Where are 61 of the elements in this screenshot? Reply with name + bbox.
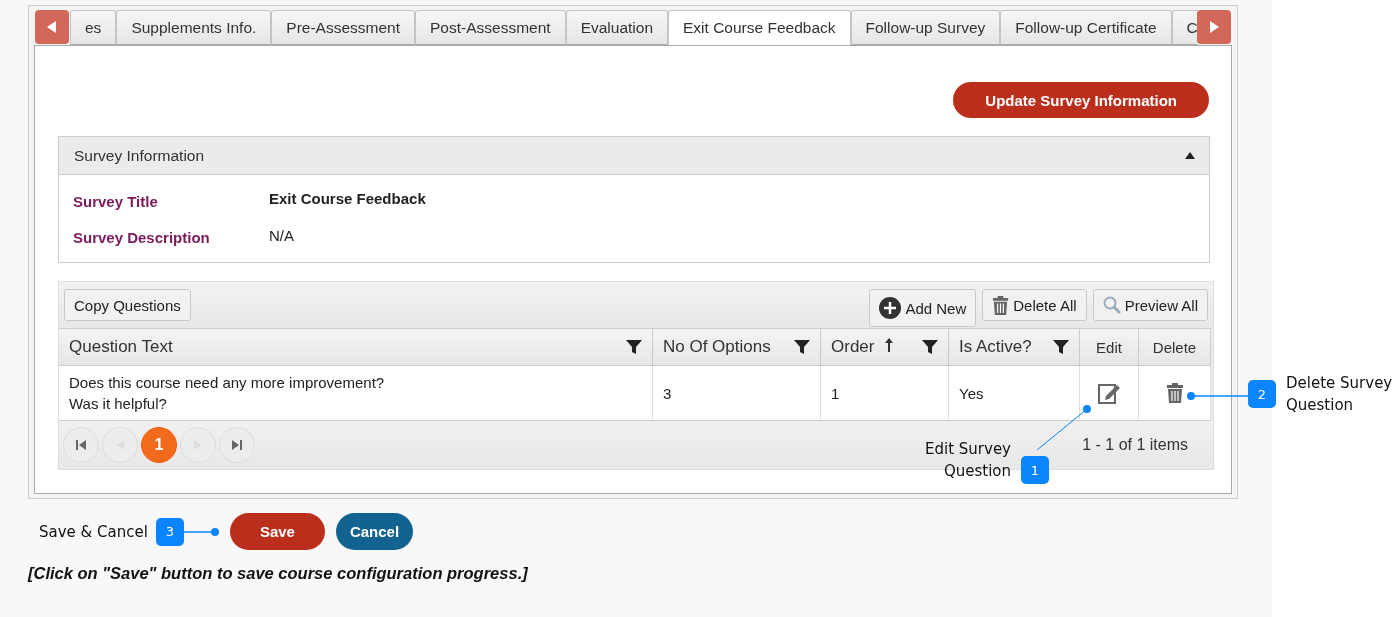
table-cell-text: 1	[831, 383, 841, 404]
filter-icon[interactable]	[794, 339, 810, 355]
filter-icon[interactable]	[626, 339, 642, 355]
filter-icon[interactable]	[922, 339, 938, 355]
tab[interactable]: Supplements Info.	[116, 10, 272, 45]
last-page-icon	[232, 440, 242, 450]
first-page-button[interactable]	[63, 427, 99, 463]
column-header[interactable]: Edit	[1080, 328, 1139, 366]
filter-icon[interactable]	[1053, 339, 1069, 355]
field-label: Survey Description	[73, 228, 211, 246]
callout-text: Edit Survey Question	[924, 439, 1011, 482]
tab[interactable]: Evaluation	[565, 10, 669, 45]
edit-icon[interactable]	[1097, 381, 1121, 405]
callout-badge: 2	[1248, 380, 1276, 408]
caret-right-icon	[1209, 21, 1219, 33]
table-cell-text: Yes	[959, 383, 985, 404]
delete-button[interactable]	[1165, 383, 1184, 403]
callout-badge: 3	[155, 517, 184, 546]
field-value: N/A	[269, 226, 294, 244]
update-survey-button[interactable]: Update Survey Information	[953, 82, 1209, 118]
last-page-button[interactable]	[219, 427, 255, 463]
leader-line	[183, 526, 220, 537]
trash-icon	[1165, 383, 1184, 403]
tab[interactable]: Follow-up Survey	[850, 10, 1001, 45]
cancel-button[interactable]: Cancel	[335, 513, 414, 550]
tab[interactable]: Post-Assessment	[415, 10, 566, 45]
column-header[interactable]: Question Text	[59, 328, 653, 366]
callout-badge: 1	[1021, 456, 1049, 484]
field-value: Exit Course Feedback	[269, 189, 426, 207]
tab[interactable]: Pre-Assessment	[271, 10, 416, 45]
search-icon	[1102, 296, 1121, 314]
save-note: [Click on "Save" button to save course configuration progress.]	[28, 564, 529, 583]
pager-summary: 1 - 1 of 1 items	[1082, 436, 1188, 454]
column-header[interactable]: No Of Options	[653, 328, 821, 366]
collapse-icon[interactable]	[1185, 152, 1195, 159]
copy-questions-button[interactable]: Copy Questions	[64, 289, 191, 321]
save-button[interactable]: Save	[229, 513, 325, 550]
tab[interactable]: es	[70, 10, 117, 45]
preview-all-button[interactable]: Preview All	[1092, 289, 1208, 321]
leader-line	[1035, 404, 1091, 452]
callout-text: Delete Survey Question	[1286, 373, 1393, 416]
trash-icon	[992, 295, 1010, 315]
column-header[interactable]: Delete	[1139, 328, 1211, 366]
scroll-right-button[interactable]	[1197, 10, 1231, 44]
field-label: Survey Title	[73, 192, 159, 210]
leader-line	[1186, 391, 1248, 401]
scroll-left-button[interactable]	[35, 10, 69, 44]
table-cell-text: Was it helpful?	[69, 394, 168, 414]
panel-title: Survey Information	[74, 146, 205, 165]
plus-icon	[879, 297, 902, 319]
tab[interactable]: Follow-up Certificate	[1000, 10, 1172, 45]
tab[interactable]: Exit Course Feedback	[668, 10, 851, 45]
caret-left-icon	[47, 21, 57, 33]
table-cell-text: Does this course need any more improvement?	[69, 373, 386, 393]
add-new-button[interactable]: Add New	[869, 289, 977, 327]
callout-text: Save & Cancel	[39, 521, 148, 543]
table-cell-text: 3	[663, 383, 673, 404]
first-page-icon	[76, 440, 86, 450]
delete-all-button[interactable]: Delete All	[982, 289, 1087, 321]
column-header[interactable]: Is Active?	[949, 328, 1080, 366]
column-header[interactable]: Order	[821, 328, 949, 366]
